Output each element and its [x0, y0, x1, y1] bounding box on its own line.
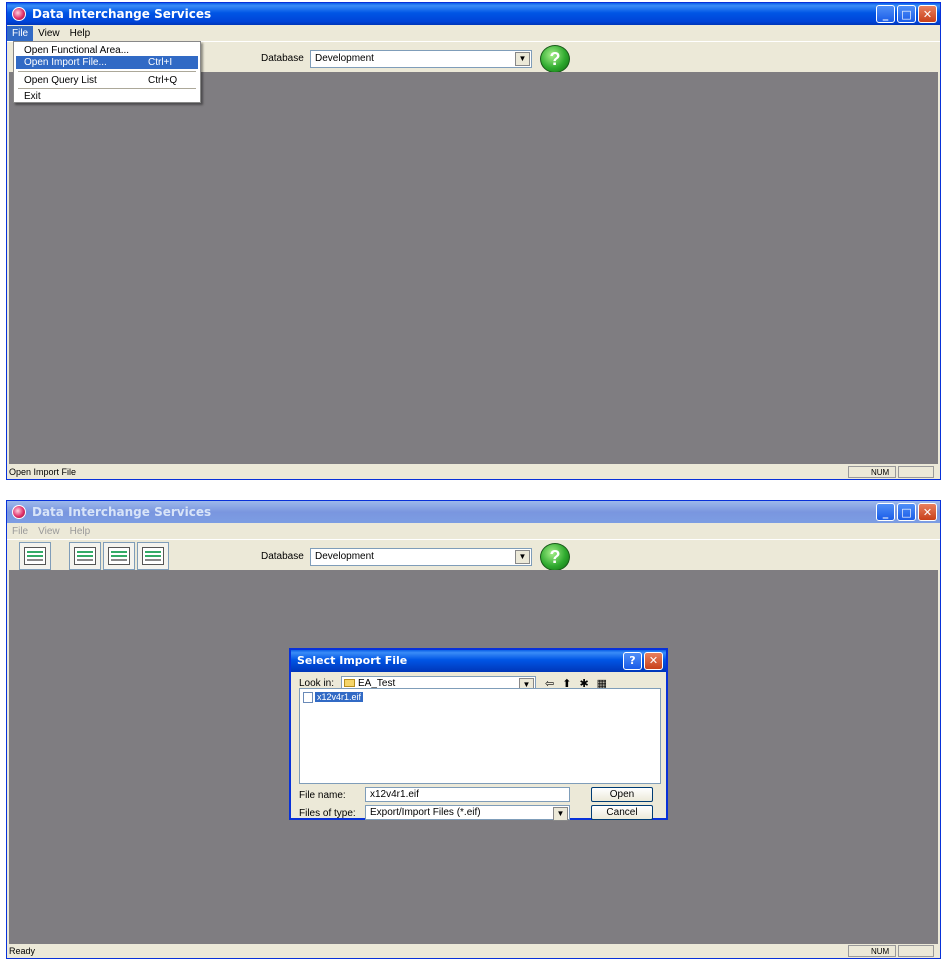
toolbar: Database Development ▼ ? — [7, 539, 940, 571]
client-area — [9, 72, 938, 464]
close-icon[interactable]: ✕ — [918, 503, 937, 521]
main-window-menu-open: Data Interchange Services _ □ ✕ File Vie… — [6, 2, 941, 480]
file-list[interactable]: x12v4r1.eif — [299, 688, 661, 784]
menu-file[interactable]: File — [7, 25, 34, 41]
status-cell — [898, 945, 934, 957]
file-icon — [303, 691, 313, 703]
status-bar: Open Import File NUM — [7, 465, 940, 479]
toolbar-import-button[interactable] — [69, 542, 101, 570]
database-select[interactable]: Development ▼ — [310, 548, 532, 566]
toolbar-functional-area-button[interactable] — [19, 542, 51, 570]
num-lock-indicator: NUM — [848, 945, 896, 957]
app-icon — [12, 505, 26, 519]
query-list-icon — [142, 547, 164, 565]
menu-view[interactable]: View — [33, 26, 65, 41]
toolbar-query-button[interactable] — [137, 542, 169, 570]
database-value: Development — [315, 53, 374, 64]
list-item[interactable]: x12v4r1.eif — [303, 691, 364, 703]
file-name-value: x12v4r1.eif — [370, 789, 419, 800]
menu-item-label: Open Query List — [24, 75, 97, 86]
menu-item-exit[interactable]: Exit — [16, 90, 198, 103]
menu-help[interactable]: Help — [65, 524, 96, 539]
num-lock-indicator: NUM — [848, 466, 896, 478]
functional-area-icon — [24, 547, 46, 565]
title-bar[interactable]: Data Interchange Services _ □ ✕ — [7, 3, 940, 25]
help-icon[interactable]: ? — [540, 45, 570, 73]
menu-separator — [18, 71, 196, 72]
file-menu-dropdown: Open Functional Area... Open Import File… — [13, 41, 201, 103]
chevron-down-icon[interactable]: ▼ — [515, 550, 530, 564]
minimize-icon[interactable]: _ — [876, 503, 895, 521]
folder-icon — [344, 679, 355, 687]
chevron-down-icon[interactable]: ▼ — [515, 52, 530, 66]
cancel-button[interactable]: Cancel — [591, 805, 653, 820]
menu-item-open-query-list[interactable]: Open Query List Ctrl+Q — [16, 74, 198, 87]
status-cell — [898, 466, 934, 478]
title-bar[interactable]: Data Interchange Services _ □ ✕ — [7, 501, 940, 523]
dialog-title: Select Import File — [297, 654, 408, 667]
help-icon[interactable]: ? — [540, 543, 570, 571]
menu-item-label: Exit — [24, 91, 41, 102]
maximize-icon[interactable]: □ — [897, 503, 916, 521]
database-label: Database — [261, 53, 304, 64]
window-title: Data Interchange Services — [32, 505, 212, 519]
maximize-icon[interactable]: □ — [897, 5, 916, 23]
select-import-file-dialog: Select Import File ? ✕ Look in: EA_Test … — [289, 648, 668, 821]
status-text: Open Import File — [9, 467, 77, 477]
close-icon[interactable]: ✕ — [918, 5, 937, 23]
file-type-value: Export/Import Files (*.eif) — [370, 807, 481, 818]
database-select[interactable]: Development ▼ — [310, 50, 532, 68]
status-text: Ready — [9, 946, 36, 956]
menu-item-shortcut: Ctrl+I — [148, 57, 173, 68]
database-label: Database — [261, 551, 304, 562]
help-icon[interactable]: ? — [623, 652, 642, 670]
menu-view[interactable]: View — [33, 524, 65, 539]
dialog-title-bar[interactable]: Select Import File ? ✕ — [291, 650, 666, 672]
file-type-select[interactable]: Export/Import Files (*.eif) ▼ — [365, 805, 570, 821]
status-bar: Ready NUM — [7, 944, 940, 958]
export-icon — [108, 547, 130, 565]
chevron-down-icon[interactable]: ▼ — [553, 807, 568, 821]
import-icon — [74, 547, 96, 565]
open-button[interactable]: Open — [591, 787, 653, 802]
menu-bar: File View Help — [7, 523, 940, 539]
database-value: Development — [315, 551, 374, 562]
file-name-label: File name: — [299, 790, 346, 801]
file-item-name: x12v4r1.eif — [315, 692, 364, 702]
window-title: Data Interchange Services — [32, 7, 212, 21]
menu-separator — [18, 88, 196, 89]
menu-bar: File View Help — [7, 25, 940, 41]
menu-help[interactable]: Help — [65, 26, 96, 41]
menu-item-shortcut: Ctrl+Q — [148, 75, 178, 86]
toolbar-export-button[interactable] — [103, 542, 135, 570]
close-icon[interactable]: ✕ — [644, 652, 663, 670]
menu-item-label: Open Import File... — [24, 57, 107, 68]
file-type-label: Files of type: — [299, 808, 356, 819]
app-icon — [12, 7, 26, 21]
minimize-icon[interactable]: _ — [876, 5, 895, 23]
menu-file[interactable]: File — [7, 524, 33, 539]
file-name-input[interactable]: x12v4r1.eif — [365, 787, 570, 802]
menu-item-label: Open Functional Area... — [24, 45, 130, 56]
menu-item-open-import-file[interactable]: Open Import File... Ctrl+I — [16, 56, 198, 69]
